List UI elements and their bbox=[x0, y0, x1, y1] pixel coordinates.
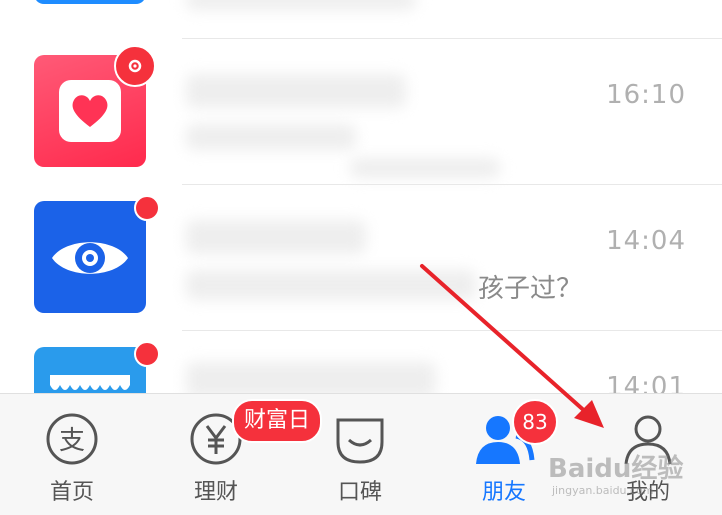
shop-app-icon bbox=[34, 341, 160, 393]
koubei-icon bbox=[333, 412, 387, 466]
conversation-time: 16:10 bbox=[606, 80, 686, 110]
watermark-logo: Baidu经验 bbox=[548, 454, 684, 484]
svg-text:支: 支 bbox=[59, 426, 85, 456]
heart-icon bbox=[59, 80, 121, 142]
blurred-title bbox=[186, 362, 436, 393]
notification-dot bbox=[134, 195, 160, 221]
list-item[interactable] bbox=[0, 0, 722, 39]
watermark-url: jingyan.baidu.com bbox=[552, 484, 654, 497]
blurred-subtitle-extra bbox=[350, 158, 500, 178]
blurred-subtitle bbox=[186, 270, 476, 300]
list-item[interactable]: 14:01 bbox=[0, 330, 722, 393]
conversation-time: 14:04 bbox=[606, 226, 686, 256]
blurred-title bbox=[186, 220, 366, 254]
app-icon bbox=[34, 0, 146, 4]
notification-badge bbox=[114, 45, 156, 87]
wealth-day-badge: 财富日 bbox=[232, 399, 323, 443]
conversation-time: 14:01 bbox=[606, 372, 686, 393]
eye-icon bbox=[50, 235, 130, 281]
tab-label: 首页 bbox=[49, 480, 94, 505]
alipay-icon: 支 bbox=[45, 412, 99, 466]
notification-dot bbox=[134, 341, 160, 367]
list-item[interactable]: 孩子过？ 14:04 bbox=[0, 184, 722, 330]
list-item[interactable]: 16:10 bbox=[0, 38, 722, 184]
heart-app-icon bbox=[34, 45, 156, 167]
conversation-list: 16:10 孩子过？ 14:04 14:01 bbox=[0, 0, 722, 393]
blurred-subtitle bbox=[186, 124, 356, 150]
blurred-text bbox=[186, 0, 416, 10]
friends-count-badge: 83 bbox=[512, 399, 558, 445]
tab-label: 理财 bbox=[193, 480, 238, 505]
tab-label: 口碑 bbox=[337, 480, 382, 505]
blurred-title bbox=[186, 74, 406, 108]
shop-icon bbox=[48, 371, 132, 393]
conversation-subtitle: 孩子过？ bbox=[478, 274, 583, 304]
eye-app-icon bbox=[34, 195, 160, 313]
tab-home[interactable]: 支 首页 bbox=[0, 394, 144, 515]
